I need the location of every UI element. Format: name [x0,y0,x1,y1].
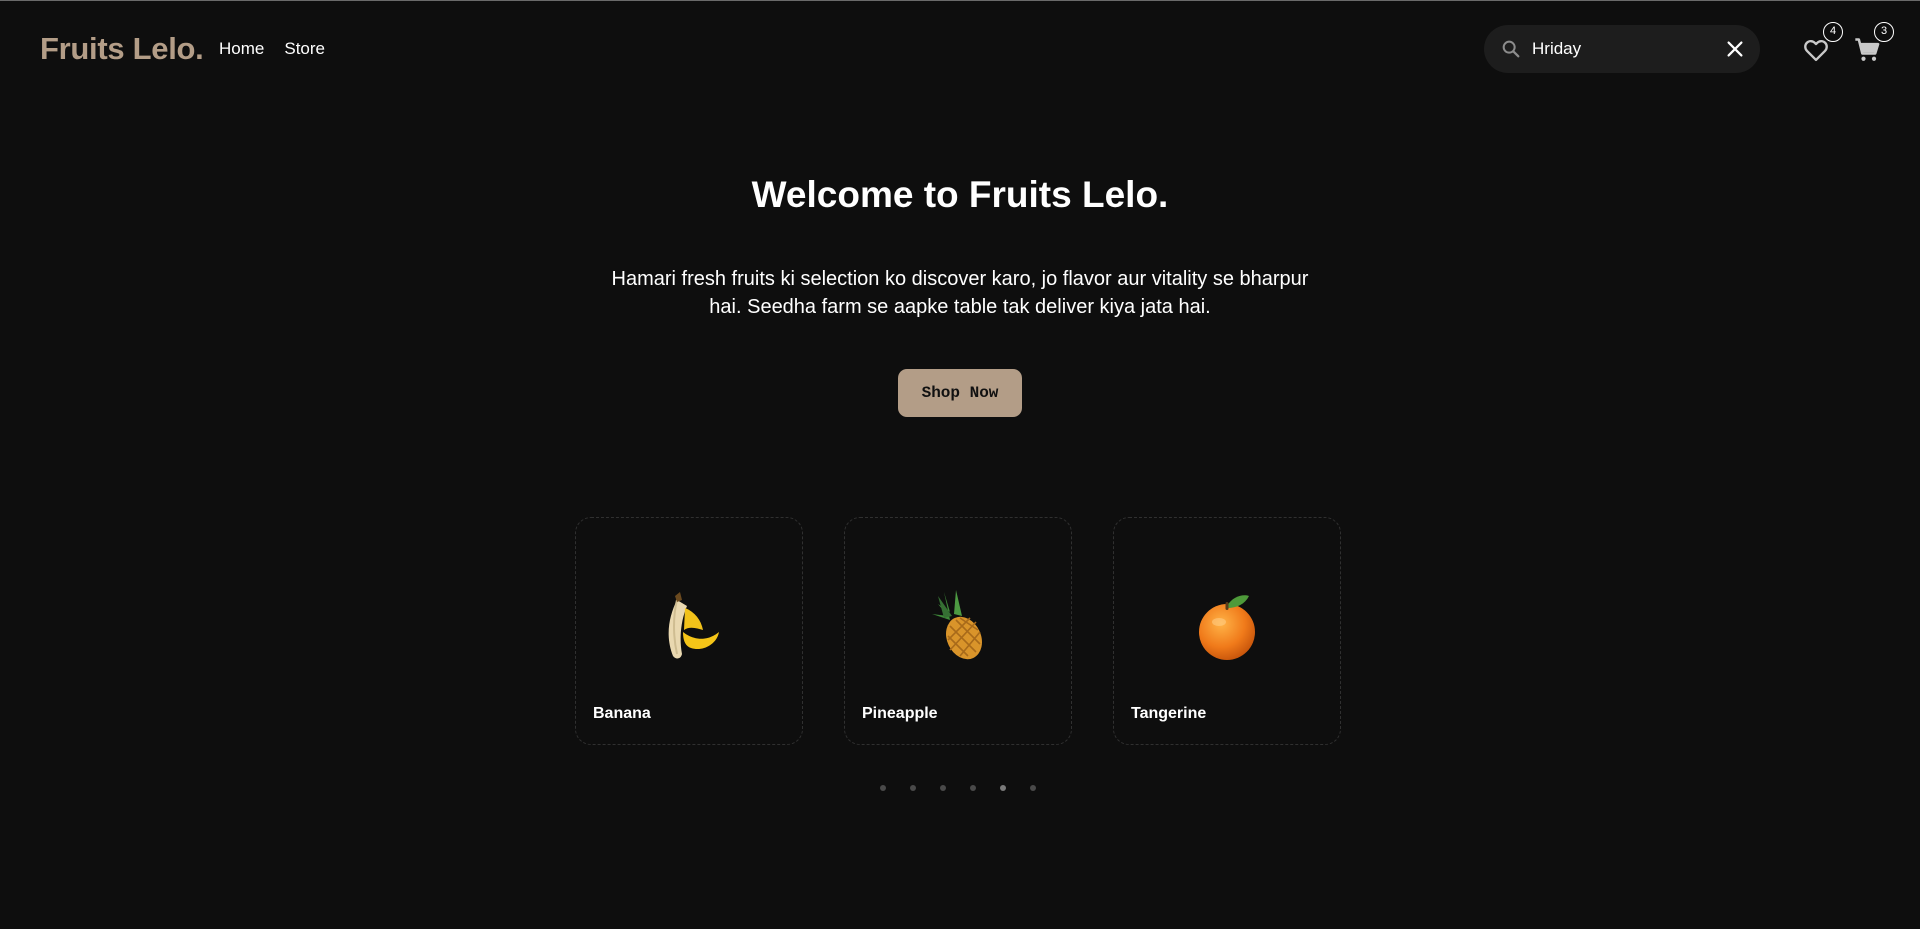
carousel-dot[interactable] [970,785,976,791]
wishlist-count-badge: 4 [1823,22,1843,42]
shop-now-button[interactable]: Shop Now [898,369,1022,417]
fruit-card-name: Pineapple [862,705,938,722]
carousel-dot-active[interactable] [1000,785,1006,791]
fruit-card-pineapple[interactable]: Pineapple [844,517,1072,745]
site-header: Fruits Lelo. Home Store 4 3 [0,1,1920,95]
banana-icon [576,586,802,666]
fruit-card-banana[interactable]: Banana [575,517,803,745]
search-bar [1484,25,1760,73]
nav-home-link[interactable]: Home [219,39,264,59]
carousel-dot[interactable] [940,785,946,791]
search-icon [1502,40,1520,58]
heart-icon[interactable] [1802,36,1830,64]
search-input[interactable] [1532,37,1712,61]
fruit-card-name: Tangerine [1131,705,1207,722]
cart-icon[interactable] [1853,36,1881,64]
clear-search-icon[interactable] [1724,38,1746,60]
carousel-pagination [880,785,1036,791]
carousel-dot[interactable] [880,785,886,791]
fruit-card-name: Banana [593,705,651,722]
cart-count-badge: 3 [1874,22,1894,42]
fruit-card-tangerine[interactable]: Tangerine [1113,517,1341,745]
fruit-carousel: Banana Pineapple Tangerine [575,517,1341,745]
hero-title: Welcome to Fruits Lelo. [751,174,1169,215]
carousel-dot[interactable] [910,785,916,791]
carousel-dot[interactable] [1030,785,1036,791]
tangerine-icon [1114,586,1340,666]
site-logo[interactable]: Fruits Lelo. [40,31,204,67]
hero-description: Hamari fresh fruits ki selection ko disc… [611,268,1309,318]
pineapple-icon [845,586,1071,666]
main-nav: Home Store [219,39,325,59]
nav-store-link[interactable]: Store [284,39,325,59]
